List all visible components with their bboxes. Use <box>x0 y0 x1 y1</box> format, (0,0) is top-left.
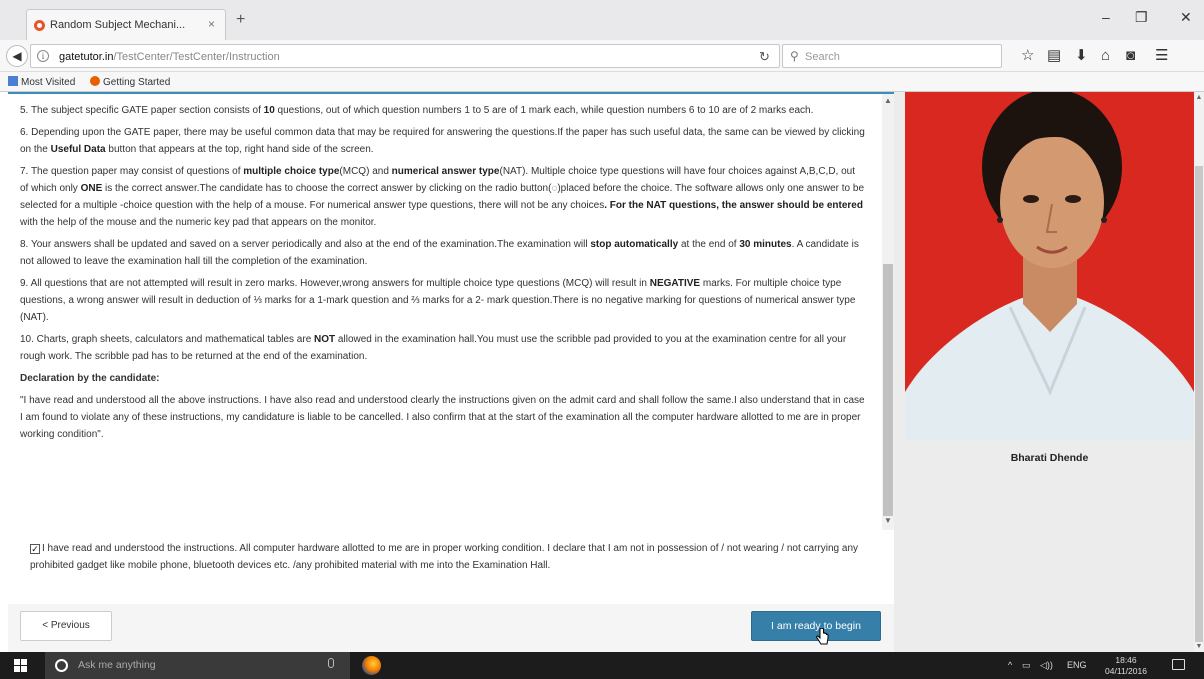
firefox-taskbar-icon[interactable] <box>362 656 381 675</box>
back-button[interactable]: ◀ <box>6 45 28 67</box>
cortana-search-box[interactable]: Ask me anything <box>45 652 350 679</box>
browser-nav-bar: ◀ i gatetutor.in/TestCenter/TestCenter/I… <box>0 40 1204 72</box>
scrollbar-thumb[interactable] <box>1195 166 1203 642</box>
bookmark-most-visited[interactable]: Most Visited <box>8 76 75 88</box>
menu-icon[interactable]: ☰ <box>1155 48 1168 64</box>
clock-date: 04/11/2016 <box>1105 666 1147 676</box>
instruction-text: at the end of <box>678 239 740 250</box>
instruction-text: 9. All questions that are not attempted … <box>20 278 650 289</box>
new-tab-button[interactable]: + <box>236 12 245 28</box>
instruction-text: (MCQ) and <box>339 166 392 177</box>
pocket-icon[interactable]: ◙ <box>1126 48 1135 64</box>
tab-title: Random Subject Mechani... <box>50 19 186 31</box>
downloads-icon[interactable]: ⬇ <box>1075 48 1088 64</box>
firefox-bookmark-icon <box>90 76 100 86</box>
agreement-checkbox-row[interactable]: ✓ I have read and understood the instruct… <box>30 540 870 574</box>
browser-tab[interactable]: Random Subject Mechani... × <box>26 9 226 40</box>
candidate-photo <box>905 92 1194 440</box>
scrollbar-thumb[interactable] <box>883 264 893 516</box>
instructions-list: 5. The subject specific GATE paper secti… <box>20 102 866 365</box>
url-path: /TestCenter/TestCenter/Instruction <box>113 51 280 63</box>
previous-button[interactable]: < Previous <box>20 611 112 641</box>
instruction-emphasis: numerical answer type <box>391 166 500 177</box>
page-scrollbar[interactable]: ▲ ▼ <box>1194 92 1204 652</box>
agreement-text: I have read and understood the instructi… <box>30 543 859 571</box>
instruction-text: button that appears at the top, right ha… <box>105 144 374 155</box>
instruction-emphasis: 30 minutes <box>739 239 792 250</box>
system-clock[interactable]: 18:46 04/11/2016 <box>1101 655 1151 677</box>
instruction-emphasis: NEGATIVE <box>649 278 701 289</box>
search-icon: ⚲ <box>790 49 799 63</box>
scroll-up-icon[interactable]: ▲ <box>1194 94 1204 101</box>
bookmark-label: Getting Started <box>103 77 171 88</box>
page-content: 5. The subject specific GATE paper secti… <box>0 92 1204 652</box>
action-center-icon[interactable] <box>1172 659 1185 670</box>
declaration-text: "I have read and understood all the abov… <box>20 395 865 440</box>
instruction-emphasis: NOT <box>314 334 336 345</box>
site-info-icon[interactable]: i <box>37 50 49 62</box>
instruction-text: 7. The question paper may consist of que… <box>20 166 244 177</box>
instruction-emphasis: Useful Data <box>50 144 106 155</box>
agreement-checkbox[interactable]: ✓ <box>30 544 40 554</box>
instruction-emphasis: stop automatically <box>590 239 679 250</box>
browser-tab-bar: Random Subject Mechani... × + – ❐ ✕ <box>0 0 1204 40</box>
bookmarks-toolbar: Most Visited Getting Started <box>0 72 1204 92</box>
instruction-item: 10. Charts, graph sheets, calculators an… <box>20 331 866 365</box>
microphone-icon[interactable] <box>328 658 334 668</box>
network-icon[interactable]: ▭ <box>1022 660 1031 671</box>
restore-icon[interactable]: ❐ <box>1135 10 1148 24</box>
minimize-icon[interactable]: – <box>1102 10 1110 24</box>
instruction-text: questions, out of which question numbers… <box>274 105 814 116</box>
instruction-text: 5. The subject specific GATE paper secti… <box>20 105 264 116</box>
clock-time: 18:46 <box>1115 655 1137 665</box>
instructions-scroll-area[interactable]: 5. The subject specific GATE paper secti… <box>8 94 880 530</box>
tray-expand-icon[interactable]: ^ <box>1008 660 1012 670</box>
bookmark-folder-icon <box>8 76 18 86</box>
address-bar[interactable]: i gatetutor.in/TestCenter/TestCenter/Ins… <box>30 44 780 68</box>
hand-cursor-icon <box>816 628 829 645</box>
cortana-placeholder: Ask me anything <box>78 659 156 671</box>
cortana-icon <box>55 659 68 672</box>
volume-icon[interactable]: ◁)) <box>1040 660 1053 671</box>
scroll-up-icon[interactable]: ▲ <box>882 96 894 108</box>
windows-start-icon[interactable] <box>14 659 27 672</box>
instruction-emphasis: multiple choice type <box>243 166 340 177</box>
language-indicator[interactable]: ENG <box>1067 660 1087 670</box>
close-window-icon[interactable]: ✕ <box>1180 10 1192 24</box>
bookmark-star-icon[interactable]: ☆ <box>1021 48 1034 64</box>
instruction-item: 9. All questions that are not attempted … <box>20 275 866 326</box>
url-host: gatetutor.in <box>59 51 114 63</box>
instruction-emphasis: ONE <box>80 183 103 194</box>
search-input[interactable]: ⚲ Search <box>782 44 1002 68</box>
instruction-emphasis: 10 <box>263 105 275 116</box>
instructions-scrollbar[interactable]: ▲ ▼ <box>882 94 894 530</box>
url-text[interactable]: gatetutor.in/TestCenter/TestCenter/Instr… <box>59 51 280 63</box>
instruction-item: 7. The question paper may consist of que… <box>20 163 866 231</box>
instruction-emphasis: . For the NAT questions, the answer shou… <box>604 200 863 211</box>
declaration-title: Declaration by the candidate: <box>20 373 160 384</box>
instruction-text: 8. Your answers shall be updated and sav… <box>20 239 591 250</box>
bookmark-label: Most Visited <box>21 77 76 88</box>
windows-taskbar: Ask me anything ^ ▭ ◁)) ENG 18:46 04/11/… <box>0 652 1204 679</box>
bookmark-getting-started[interactable]: Getting Started <box>90 76 170 88</box>
instructions-panel[interactable]: 5. The subject specific GATE paper secti… <box>8 92 894 530</box>
reading-list-icon[interactable]: ▤ <box>1047 48 1061 64</box>
instruction-text: 10. Charts, graph sheets, calculators an… <box>20 334 315 345</box>
instruction-item: 6. Depending upon the GATE paper, there … <box>20 124 866 158</box>
candidate-portrait-image <box>905 92 1194 440</box>
site-favicon-icon <box>34 20 45 31</box>
search-placeholder: Search <box>805 51 840 63</box>
instruction-text: with the help of the mouse and the numer… <box>20 217 377 228</box>
instruction-item: 5. The subject specific GATE paper secti… <box>20 102 866 119</box>
reload-icon[interactable]: ↻ <box>759 49 770 65</box>
instruction-item: 8. Your answers shall be updated and sav… <box>20 236 866 270</box>
scroll-down-icon[interactable]: ▼ <box>1194 643 1204 650</box>
candidate-name: Bharati Dhende <box>1010 452 1089 464</box>
home-icon[interactable]: ⌂ <box>1101 48 1110 64</box>
scroll-down-icon[interactable]: ▼ <box>882 516 894 528</box>
close-tab-icon[interactable]: × <box>208 17 215 31</box>
